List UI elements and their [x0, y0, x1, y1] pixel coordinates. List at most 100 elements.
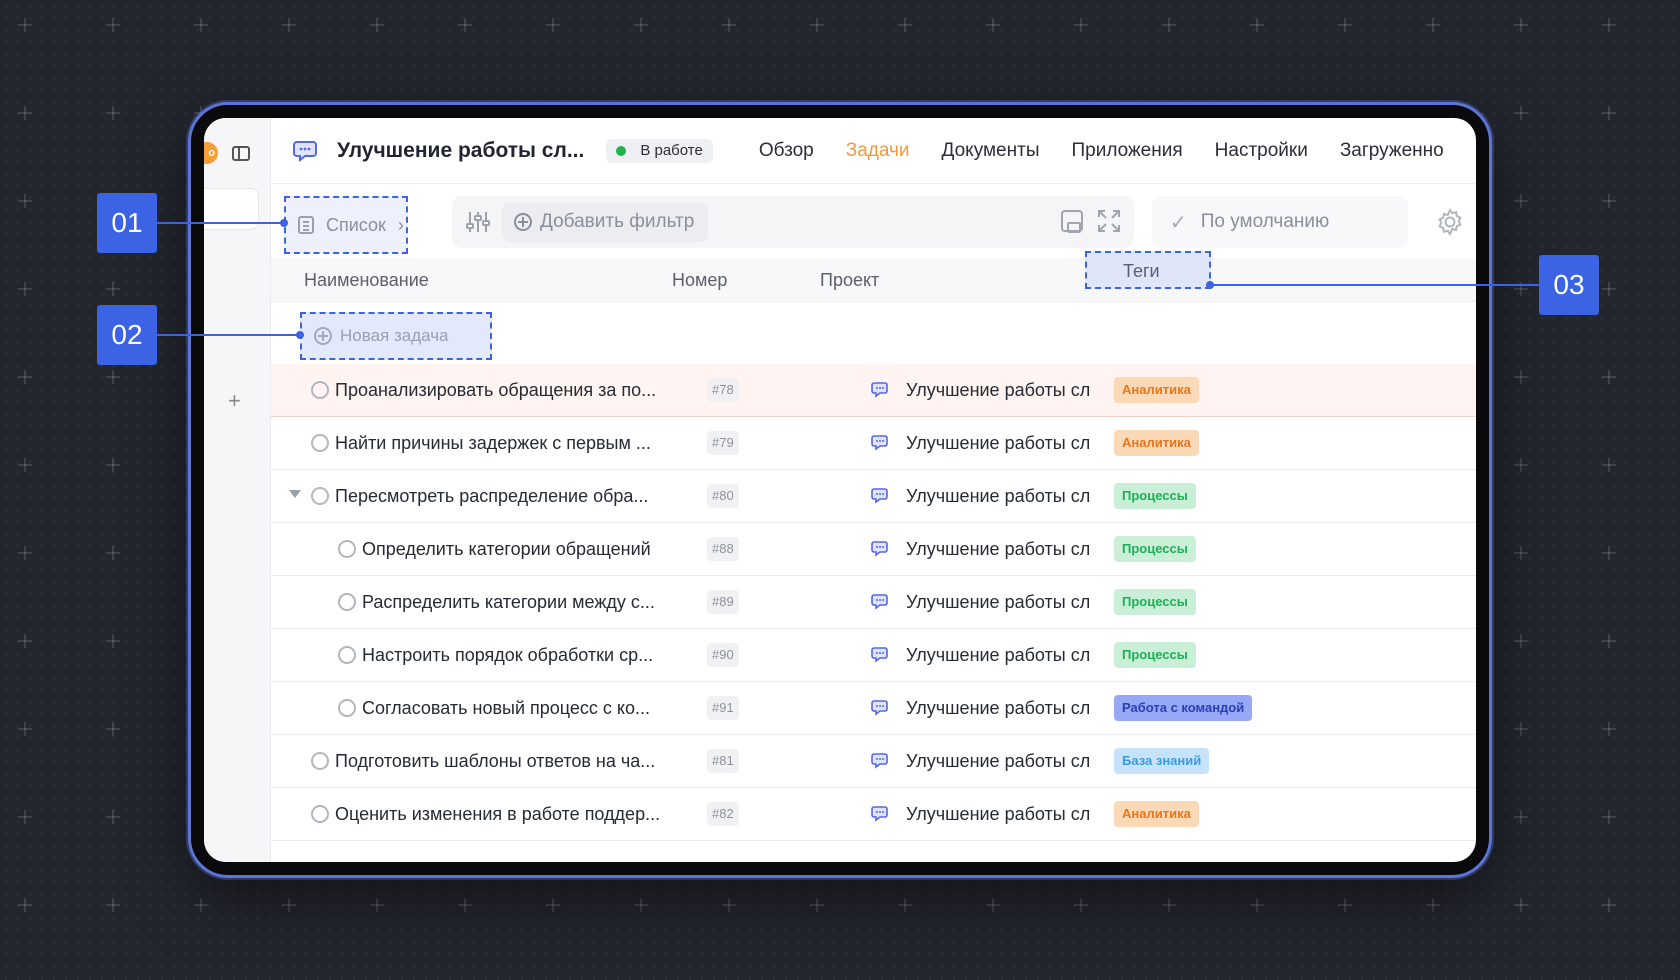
callout-01-line	[157, 222, 283, 224]
callout-02-line	[157, 334, 299, 336]
status-badge[interactable]: В работе	[606, 138, 713, 163]
app-screen: o + Улучшение работы сл... В работе Обзо…	[204, 118, 1476, 862]
task-name[interactable]: Пересмотреть распределение обра...	[335, 486, 648, 507]
callout-02: 02	[97, 305, 157, 365]
app-logo[interactable]: o	[204, 142, 218, 164]
status-label: В работе	[640, 142, 703, 159]
callout-03-dot	[1206, 281, 1214, 289]
table-row[interactable]: Подготовить шаблоны ответов на ча... #81 У…	[271, 735, 1476, 788]
table-row[interactable]: Распределить категории между с... #89 Улуч…	[271, 576, 1476, 629]
tab-tasks[interactable]: Задачи	[846, 140, 910, 162]
task-name[interactable]: Подготовить шаблоны ответов на ча...	[335, 751, 655, 772]
task-name[interactable]: Проанализировать обращения за по...	[335, 380, 656, 401]
gear-icon[interactable]	[1436, 208, 1464, 236]
tag-badge[interactable]: Процессы	[1114, 642, 1196, 668]
table-row[interactable]: Пересмотреть распределение обра... #80 Улу…	[271, 470, 1476, 523]
column-header-project[interactable]: Проект	[820, 270, 879, 291]
tab-overview[interactable]: Обзор	[759, 140, 814, 162]
chat-bubbles-icon	[871, 382, 888, 398]
view-switch-button[interactable]: Список ›	[284, 196, 408, 254]
task-status-circle[interactable]	[311, 805, 329, 823]
task-project[interactable]: Улучшение работы сл	[906, 380, 1090, 401]
add-filter-button[interactable]: Добавить фильтр	[502, 202, 708, 242]
task-project[interactable]: Улучшение работы сл	[906, 698, 1090, 719]
task-name[interactable]: Найти причины задержек с первым ...	[335, 433, 651, 454]
sort-select[interactable]: ✓ По умолчанию	[1152, 196, 1408, 248]
table-row[interactable]: Определить категории обращений #88 Улучшен…	[271, 523, 1476, 576]
column-header-tags[interactable]: Теги	[1085, 251, 1211, 289]
page-title: Улучшение работы сл...	[337, 138, 585, 162]
expand-icon[interactable]	[1098, 210, 1120, 232]
task-name[interactable]: Распределить категории между с...	[362, 592, 655, 613]
table-row[interactable]: Найти причины задержек с первым ... #79 Ул…	[271, 417, 1476, 470]
new-task-label: Новая задача	[340, 326, 449, 345]
task-name[interactable]: Оценить изменения в работе поддер...	[335, 804, 660, 825]
tag-badge[interactable]: Процессы	[1114, 483, 1196, 509]
task-number: #80	[707, 484, 739, 508]
table-row[interactable]: Проанализировать обращения за по... #78 Ул…	[271, 364, 1476, 417]
task-number: #79	[707, 431, 739, 455]
chat-bubbles-icon	[871, 488, 888, 504]
task-name[interactable]: Согласовать новый процесс с ко...	[362, 698, 650, 719]
table-row[interactable]: Настроить порядок обработки ср... #90 Улуч…	[271, 629, 1476, 682]
expand-caret-icon[interactable]	[289, 490, 301, 498]
status-dot	[616, 145, 627, 156]
task-status-circle[interactable]	[311, 381, 329, 399]
left-rail: o +	[204, 118, 271, 862]
tag-badge[interactable]: База знаний	[1114, 748, 1210, 774]
tag-badge[interactable]: Процессы	[1114, 589, 1196, 615]
task-project[interactable]: Улучшение работы сл	[906, 592, 1090, 613]
chat-bubbles-icon	[871, 435, 888, 451]
column-header-name[interactable]: Наименование	[304, 270, 429, 291]
task-status-circle[interactable]	[338, 593, 356, 611]
table-row[interactable]: Оценить изменения в работе поддер... #82 У…	[271, 788, 1476, 841]
chevron-right-icon: ›	[397, 214, 404, 235]
task-number: #81	[707, 749, 739, 773]
tag-badge[interactable]: Аналитика	[1114, 377, 1199, 403]
column-header-number[interactable]: Номер	[672, 270, 727, 291]
tab-documents[interactable]: Документы	[942, 140, 1040, 162]
tab-apps[interactable]: Приложения	[1071, 140, 1182, 162]
task-project[interactable]: Улучшение работы сл	[906, 645, 1090, 666]
tag-badge[interactable]: Аналитика	[1114, 801, 1199, 827]
task-status-circle[interactable]	[311, 434, 329, 452]
task-name[interactable]: Настроить порядок обработки ср...	[362, 645, 653, 666]
task-list: Проанализировать обращения за по... #78 Ул…	[271, 364, 1476, 841]
task-project[interactable]: Улучшение работы сл	[906, 433, 1090, 454]
plus-circle-icon	[514, 213, 532, 231]
chat-bubbles-icon	[871, 541, 888, 557]
sliders-icon[interactable]	[466, 211, 490, 233]
tab-settings[interactable]: Настройки	[1215, 140, 1308, 162]
task-project[interactable]: Улучшение работы сл	[906, 486, 1090, 507]
filter-bar: Добавить фильтр	[452, 196, 1134, 248]
sidebar-toggle-icon[interactable]	[232, 146, 250, 161]
plus-circle-icon	[314, 327, 332, 345]
tab-uploaded[interactable]: Загруженно	[1340, 140, 1444, 162]
table-row[interactable]: Согласовать новый процесс с ко... #91 Улуч…	[271, 682, 1476, 735]
chat-bubbles-icon	[871, 594, 888, 610]
callout-02-dot	[296, 331, 304, 339]
chat-bubbles-icon	[293, 140, 317, 162]
task-name[interactable]: Определить категории обращений	[362, 539, 651, 560]
task-number: #78	[707, 378, 739, 402]
save-icon[interactable]	[1061, 210, 1083, 233]
tag-badge[interactable]: Работа с командой	[1114, 695, 1253, 721]
task-number: #82	[707, 802, 739, 826]
callout-03-line	[1210, 284, 1539, 286]
task-status-circle[interactable]	[311, 487, 329, 505]
tag-badge[interactable]: Аналитика	[1114, 430, 1199, 456]
task-project[interactable]: Улучшение работы сл	[906, 804, 1090, 825]
task-project[interactable]: Улучшение работы сл	[906, 539, 1090, 560]
task-number: #90	[707, 643, 739, 667]
task-status-circle[interactable]	[311, 752, 329, 770]
task-project[interactable]: Улучшение работы сл	[906, 751, 1090, 772]
add-icon[interactable]: +	[228, 388, 241, 414]
tag-badge[interactable]: Процессы	[1114, 536, 1196, 562]
task-status-circle[interactable]	[338, 540, 356, 558]
new-task-button[interactable]: Новая задача	[300, 312, 492, 360]
task-status-circle[interactable]	[338, 699, 356, 717]
task-status-circle[interactable]	[338, 646, 356, 664]
table-header: Наименование Номер Проект	[271, 258, 1476, 302]
callout-01: 01	[97, 193, 157, 253]
add-filter-label: Добавить фильтр	[540, 211, 695, 232]
